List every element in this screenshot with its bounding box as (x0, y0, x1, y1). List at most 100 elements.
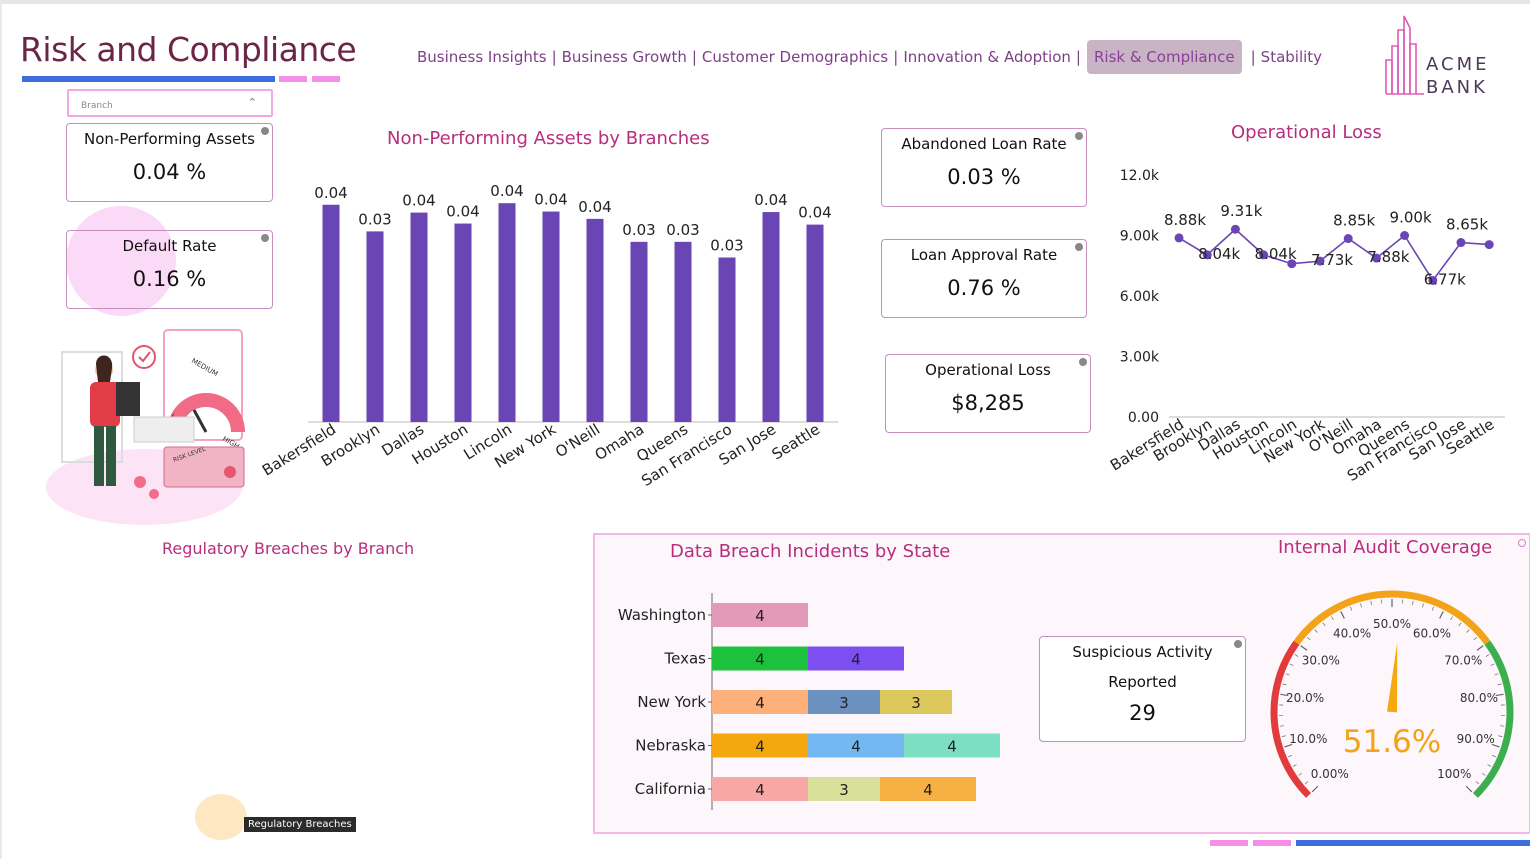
gauge-tick (1300, 645, 1308, 651)
bar-segment-label: 4 (755, 694, 765, 712)
data-point (1343, 234, 1353, 244)
gauge-tick (1289, 663, 1294, 666)
gauge-tick (1494, 673, 1499, 676)
info-icon[interactable] (1075, 243, 1083, 251)
treemap-cell-name: California (215, 593, 287, 611)
data-point (1400, 231, 1410, 240)
point-data-label: 8.85k (1333, 212, 1375, 230)
treemap-cell-new-york[interactable]: ▸ New York 3 (29, 592, 199, 803)
treemap-cell-label: ▸ Nebraska (203, 700, 287, 718)
gauge-tick (1282, 683, 1287, 686)
point-data-label: 9.00k (1390, 209, 1432, 227)
treemap-cell-name: New York (45, 593, 114, 611)
point-data-label: 6.77k (1424, 270, 1466, 288)
info-icon[interactable] (261, 127, 269, 135)
bar (322, 204, 340, 422)
gauge-tick (1298, 772, 1303, 776)
bar-data-label: 0.03 (622, 221, 655, 239)
footer-accent-pink (1253, 840, 1291, 846)
gauge-tick (1458, 622, 1462, 627)
gauge-tick (1292, 764, 1297, 767)
kpi-title: Suspicious Activity (1072, 643, 1213, 661)
bar-data-label: 0.03 (666, 221, 699, 239)
gauge-tick (1314, 629, 1318, 633)
gauge-tick (1500, 725, 1505, 727)
bar-data-label: 0.04 (534, 191, 567, 209)
treemap-cell-washington[interactable]: ▸ Washington 1 (417, 733, 558, 803)
treemap-cell-nebraska[interactable]: ▸ Nebraska 2 (199, 699, 417, 803)
gauge-tick (1450, 616, 1453, 621)
gauge-tick (1412, 600, 1414, 605)
bar-data-label: 0.04 (578, 198, 611, 216)
branch-slicer[interactable]: Branch ⌃ (67, 89, 273, 117)
bar-segment-label: 4 (947, 738, 957, 756)
risk-level-illustration-icon: MEDIUM LOW HIGH RISK LEVEL (46, 329, 245, 525)
gauge-tick (1311, 785, 1319, 793)
gauge-tick-label: 20.0% (1286, 691, 1324, 705)
gauge-tick (1465, 785, 1473, 793)
bar-data-label: 0.04 (798, 204, 831, 222)
treemap-cell-california[interactable]: ▸ California 2 (199, 592, 417, 699)
gauge-tick (1497, 683, 1502, 686)
bar (806, 224, 824, 422)
bar-segment-label: 3 (839, 694, 849, 712)
y-category-label: Nebraska (635, 737, 706, 755)
footer-accent-pink (1210, 840, 1248, 846)
logo-mark-icon: ACME BANK (1385, 15, 1489, 98)
info-icon[interactable] (1234, 640, 1242, 648)
gauge-tick (1340, 611, 1345, 619)
bar (410, 212, 428, 422)
regulatory-breaches-title: Regulatory Breaches by Branch (162, 539, 415, 558)
point-data-label: 7.73k (1311, 251, 1353, 269)
gauge-tick (1422, 603, 1424, 608)
treemap-cell-label: ▸ California (203, 593, 287, 611)
gauge-tick (1473, 637, 1477, 641)
page-navigation: Business Insights | Business Growth | Cust… (414, 40, 1325, 74)
tab-separator: | (1075, 48, 1081, 66)
logo-text-bank: BANK (1426, 77, 1488, 98)
data-point (1456, 238, 1466, 248)
gauge-tick (1481, 772, 1486, 776)
gauge-tick (1491, 754, 1496, 758)
operational-loss-chart-title: Operational Loss (1231, 122, 1382, 143)
tab-innovation-adoption[interactable]: Innovation & Adoption (900, 48, 1074, 66)
risk-illustration: MEDIUM LOW HIGH RISK LEVEL (44, 322, 254, 527)
bar-segment-label: 4 (851, 738, 861, 756)
data-point (1287, 259, 1297, 269)
kpi-card-suspicious-activity: Suspicious Activity Reported 29 (1039, 636, 1246, 742)
gauge-tick-label: 50.0% (1373, 617, 1411, 631)
point-data-label: 8.65k (1446, 216, 1488, 234)
tab-business-insights[interactable]: Business Insights (414, 48, 550, 66)
gauge-tick (1294, 654, 1299, 657)
gauge-tick-label: 60.0% (1413, 627, 1451, 641)
regulatory-breaches-treemap: ▸ New York 3 ▸ California 2 ▸ Texas 2 ▸ … (29, 592, 558, 803)
treemap-cell-texas[interactable]: ▸ Texas 2 (417, 592, 558, 733)
info-icon[interactable] (1518, 539, 1526, 547)
tab-business-growth[interactable]: Business Growth (559, 48, 690, 66)
tab-separator: | (893, 48, 899, 66)
point-data-label: 7.88k (1367, 248, 1409, 266)
gauge-tick (1281, 735, 1286, 737)
tab-stability[interactable]: Stability (1258, 48, 1325, 66)
kpi-value: 0.03 % (947, 165, 1021, 189)
y-tick-label: 12.0k (1120, 168, 1160, 184)
info-icon[interactable] (1075, 132, 1083, 140)
chevron-updown-icon: ⌃ (247, 96, 257, 109)
gauge-tick (1476, 645, 1484, 651)
kpi-title: Reported (1108, 673, 1177, 691)
gauge-tick (1304, 781, 1309, 785)
point-data-label: 9.31k (1220, 202, 1262, 220)
y-tick-label: 0.00 (1128, 410, 1159, 426)
kpi-title: Default Rate (122, 237, 217, 255)
bar-segment-label: 4 (851, 651, 861, 669)
data-point (1174, 233, 1184, 243)
treemap-cell-name: Washington (433, 734, 522, 752)
gauge-tick (1485, 654, 1490, 657)
point-data-label: 8.04k (1198, 245, 1240, 263)
y-category-label: California (635, 780, 706, 798)
data-breach-by-state-chart: Washington 4 Texas 4 4 New York 4 3 3 Nebraska 4 4 4… (618, 593, 1000, 810)
logo-text-acme: ACME (1426, 54, 1489, 75)
info-icon[interactable] (1079, 358, 1087, 366)
tab-customer-demographics[interactable]: Customer Demographics (699, 48, 891, 66)
tab-risk-compliance[interactable]: Risk & Compliance (1086, 40, 1242, 74)
